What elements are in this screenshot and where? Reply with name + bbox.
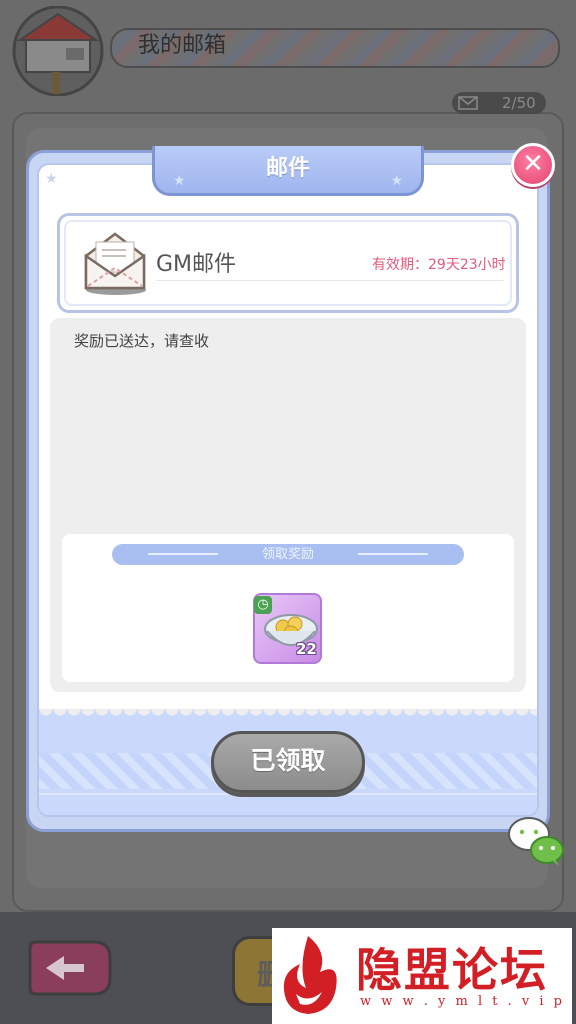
- dialog-title-tab: ★ 邮件 ★: [152, 146, 424, 196]
- footer-divider: [39, 793, 537, 795]
- forum-logo-icon: [283, 936, 337, 1014]
- reward-header-label: 领取奖励: [261, 547, 314, 562]
- mail-header-divider: [156, 280, 504, 281]
- watermark-title: 隐盟论坛: [356, 943, 548, 997]
- watermark-url: w w w . y m l t . v i p: [360, 994, 565, 1009]
- wechat-chat-icon[interactable]: [507, 816, 565, 868]
- mailbox-title: 我的邮箱: [138, 33, 227, 58]
- close-button[interactable]: ✕: [511, 143, 555, 187]
- mail-count-text: 2/50: [502, 94, 536, 112]
- reward-item-count: 22: [296, 640, 317, 658]
- opened-letter-icon: [84, 232, 146, 295]
- envelope-icon: [458, 96, 478, 110]
- close-icon: ✕: [522, 149, 544, 179]
- claimed-button[interactable]: 已领取: [211, 731, 365, 793]
- star-icon: ★: [390, 173, 403, 189]
- mail-expiry: 有效期：29天23小时: [372, 257, 506, 273]
- corner-star-icon: ★: [45, 171, 58, 187]
- back-button[interactable]: [24, 938, 116, 998]
- clock-icon: ◷: [254, 596, 272, 614]
- star-icon: ★: [173, 173, 186, 189]
- mail-sender: GM邮件: [156, 252, 237, 277]
- scallop-edge: [39, 709, 537, 723]
- mail-body-text: 奖励已送达，请查收: [74, 332, 210, 350]
- mailbox-house-icon: [12, 6, 104, 96]
- mail-count-badge: 2/50: [452, 92, 546, 114]
- dialog-title: 邮件: [265, 156, 310, 181]
